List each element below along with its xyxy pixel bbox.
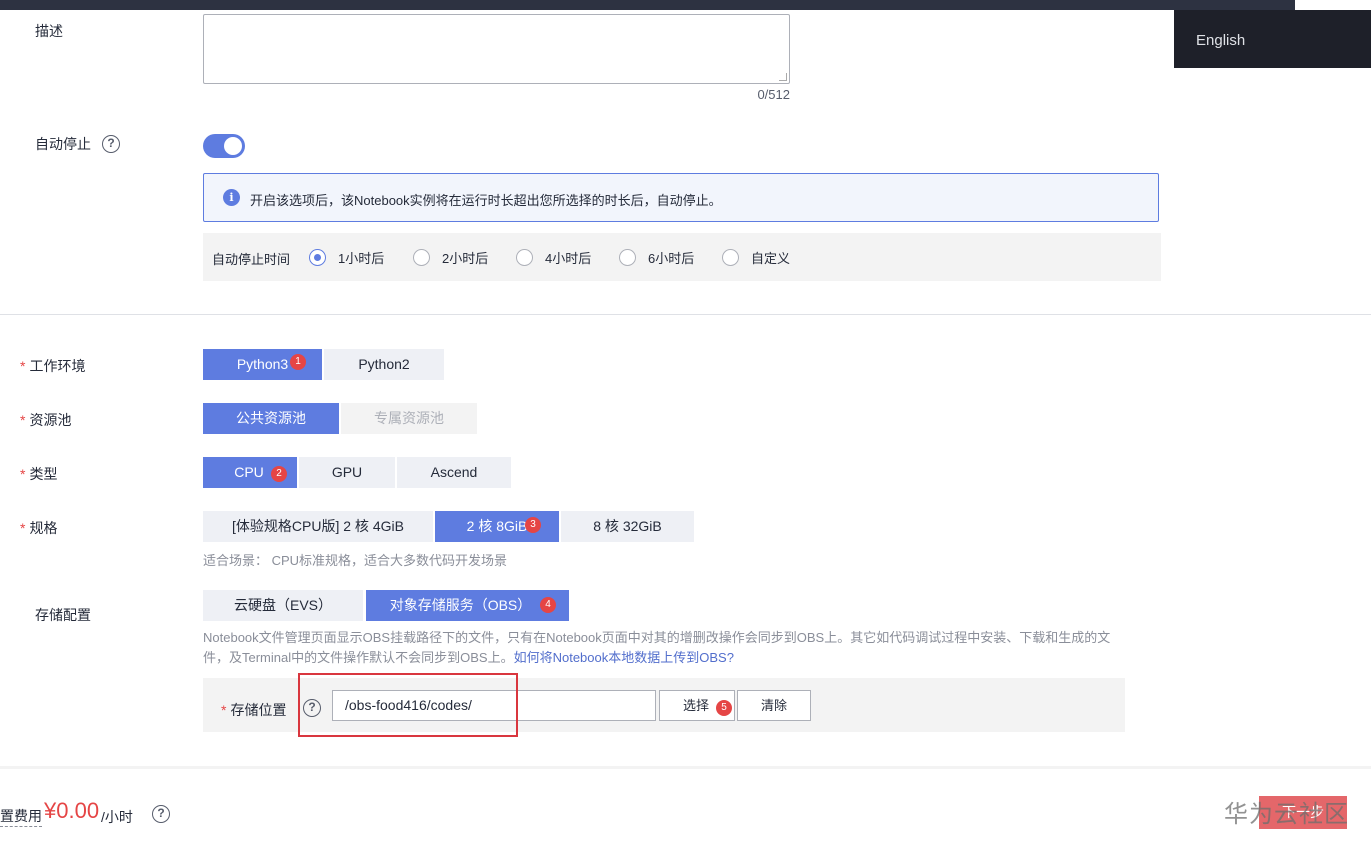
price-value: ¥0.00	[44, 798, 100, 823]
type-gpu[interactable]: GPU	[299, 457, 395, 488]
type-ascend[interactable]: Ascend	[397, 457, 511, 488]
toggle-knob	[224, 137, 242, 155]
step-badge-1: 1	[290, 354, 306, 370]
watermark-logo: 华为云社区	[1224, 801, 1349, 828]
type-label: * 类型	[20, 466, 58, 482]
radio-unchecked-icon	[722, 249, 739, 266]
radio-unchecked-icon	[619, 249, 636, 266]
top-bar	[0, 0, 1295, 10]
resource-pool-public[interactable]: 公共资源池	[203, 403, 339, 434]
step-badge-3: 3	[525, 517, 541, 533]
step-badge-2: 2	[271, 466, 287, 482]
resource-pool-label: * 资源池	[20, 412, 72, 428]
fee-label: 置费用	[0, 806, 42, 827]
info-icon: i	[223, 189, 240, 206]
clear-path-button[interactable]: 清除	[737, 690, 811, 721]
radio-unchecked-icon	[413, 249, 430, 266]
auto-stop-info-banner: i 开启该选项后，该Notebook实例将在运行时长超出您所选择的时长后，自动停…	[203, 173, 1159, 222]
spec-label: * 规格	[20, 520, 58, 536]
work-env-python2[interactable]: Python2	[324, 349, 444, 380]
resource-pool-dedicated: 专属资源池	[341, 403, 477, 434]
section-divider	[0, 314, 1371, 315]
description-label: 描述	[35, 23, 63, 39]
description-textarea[interactable]	[203, 14, 790, 84]
spec-8c32g[interactable]: 8 核 32GiB	[561, 511, 694, 542]
price-help-icon[interactable]: ?	[152, 804, 170, 823]
radio-unchecked-icon	[516, 249, 533, 266]
radio-checked-icon	[309, 249, 326, 266]
storage-evs[interactable]: 云硬盘（EVS）	[203, 590, 363, 621]
auto-stop-label: 自动停止	[35, 136, 91, 152]
obs-upload-help-link[interactable]: 如何将Notebook本地数据上传到OBS?	[514, 650, 734, 665]
step-badge-4: 4	[540, 597, 556, 613]
language-option-english[interactable]: English	[1196, 32, 1245, 49]
footer-divider	[0, 766, 1371, 769]
info-text: 开启该选项后，该Notebook实例将在运行时长超出您所选择的时长后，自动停止。	[250, 193, 722, 208]
work-env-label: * 工作环境	[20, 358, 86, 374]
radio-4h[interactable]: 4小时后	[516, 248, 591, 267]
storage-label: 存储配置	[35, 607, 91, 623]
auto-stop-time-label: 自动停止时间	[212, 252, 291, 267]
auto-stop-time-row: 自动停止时间 1小时后 2小时后 4小时后 6小时后 自定义	[203, 233, 1161, 281]
step-badge-5: 5	[716, 700, 732, 716]
description-counter: 0/512	[757, 87, 790, 102]
storage-location-label: * 存储位置	[221, 702, 287, 718]
storage-obs[interactable]: 对象存储服务（OBS）	[366, 590, 569, 621]
spec-hint: 适合场景： CPU标准规格，适合大多数代码开发场景	[203, 553, 508, 568]
resize-grip-icon[interactable]	[779, 73, 787, 81]
obs-sync-note: Notebook文件管理页面显示OBS挂载路径下的文件，只有在Notebook页…	[203, 630, 1111, 665]
auto-stop-toggle[interactable]	[203, 134, 245, 158]
auto-stop-help-icon[interactable]: ?	[102, 134, 120, 153]
radio-custom[interactable]: 自定义	[722, 248, 790, 267]
spec-trial-2c4g[interactable]: [体验规格CPU版] 2 核 4GiB	[203, 511, 433, 542]
radio-2h[interactable]: 2小时后	[413, 248, 488, 267]
language-menu[interactable]: English	[1174, 10, 1371, 68]
highlight-annotation-box	[298, 673, 518, 737]
radio-6h[interactable]: 6小时后	[619, 248, 694, 267]
radio-1h[interactable]: 1小时后	[309, 248, 384, 267]
price-unit: /小时	[101, 809, 133, 825]
